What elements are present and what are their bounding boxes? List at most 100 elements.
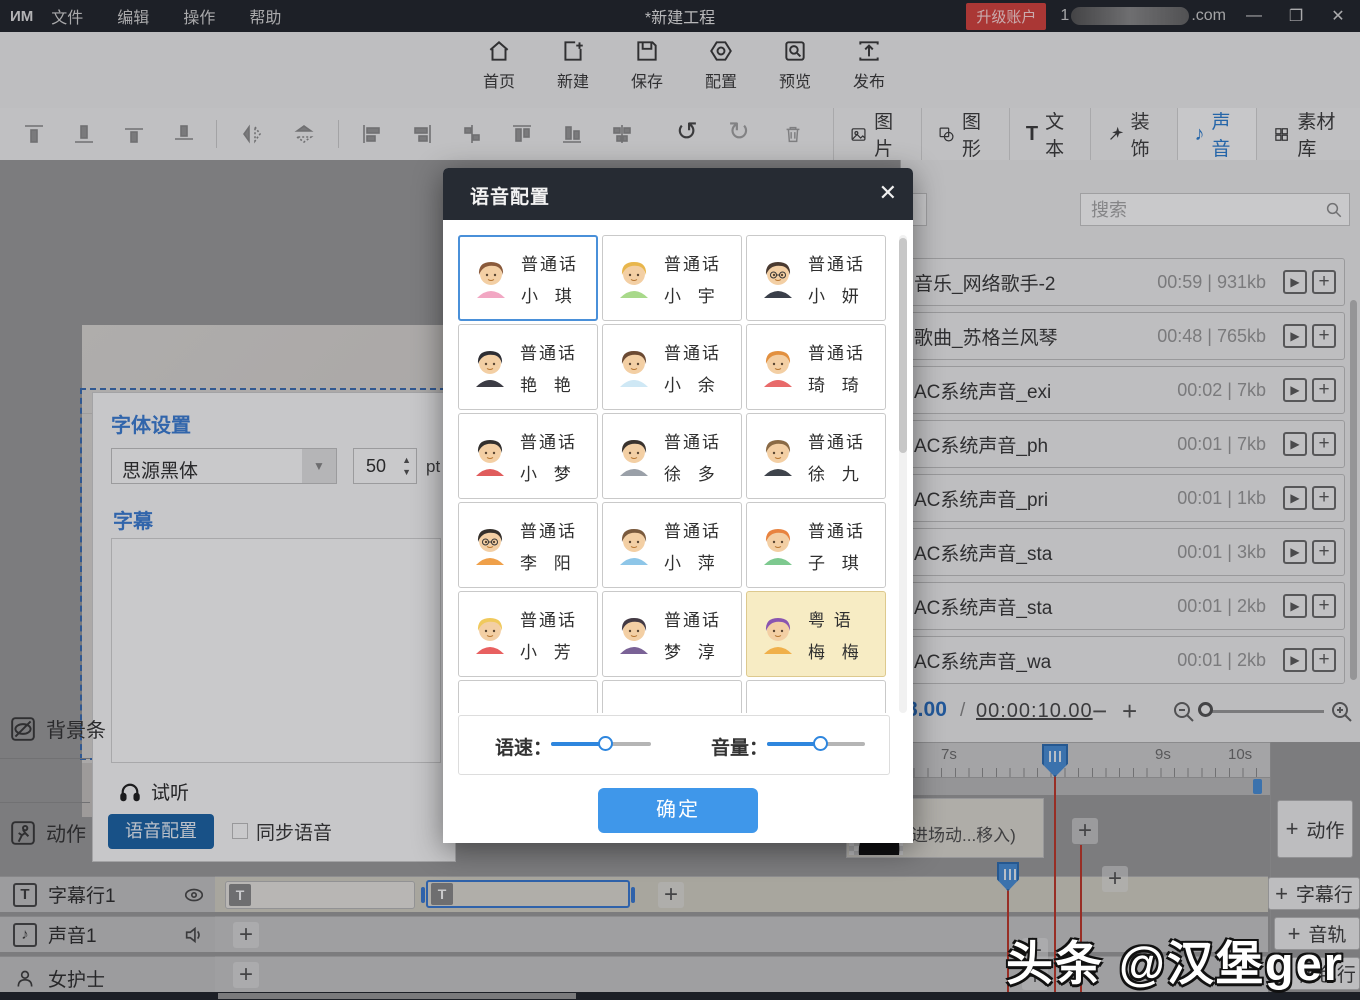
align-middle2-icon[interactable] (172, 122, 196, 146)
audio-list-item[interactable]: 歌曲_苏格兰风琴 00:48 | 765kb ▶ + (905, 312, 1345, 360)
add-audio-button[interactable]: + (1312, 432, 1336, 456)
add-action-button[interactable]: + (1072, 818, 1098, 844)
audio-list-item[interactable]: AC系统声音_exi 00:02 | 7kb ▶ + (905, 366, 1345, 414)
audio-list-item[interactable]: AC系统声音_sta 00:01 | 2kb ▶ + (905, 582, 1345, 630)
timeline-zoom-slider[interactable] (1206, 710, 1324, 713)
timeline-ruler[interactable]: 7s 9s 10s (900, 742, 1270, 778)
voice-card[interactable]: 普通话 梦 淳 (602, 591, 742, 677)
subtitle-track-header[interactable]: T 字幕行1 (0, 876, 215, 912)
dialog-header[interactable]: 语音配置 ✕ (443, 168, 913, 220)
action-row[interactable]: 动作 (10, 818, 86, 847)
flip-horizontal-icon[interactable] (240, 122, 264, 146)
voice-card-partial[interactable] (458, 680, 598, 713)
confirm-button[interactable]: 确定 (598, 788, 758, 833)
volume-slider-handle[interactable] (813, 736, 828, 751)
add-audio-button[interactable]: + (1312, 648, 1336, 672)
increase-duration-button[interactable]: + (1122, 696, 1137, 727)
search-box[interactable] (1080, 193, 1350, 226)
add-subtitle-track-button[interactable]: +字幕行 (1268, 877, 1360, 910)
spin-up-icon[interactable]: ▲ (402, 456, 411, 465)
play-audio-button[interactable]: ▶ (1283, 270, 1307, 294)
timeline-zoom-handle[interactable] (1198, 702, 1213, 717)
audio-scrollbar[interactable] (1350, 300, 1357, 680)
audio-list-item[interactable]: AC系统声音_pri 00:01 | 1kb ▶ + (905, 474, 1345, 522)
tab-image[interactable]: 图片 (833, 108, 921, 160)
menu-help[interactable]: 帮助 (249, 4, 281, 28)
audio-list-item[interactable]: 音乐_网络歌手-2 00:59 | 931kb ▶ + (905, 258, 1345, 306)
add-audio-button[interactable]: + (1312, 378, 1336, 402)
play-audio-button[interactable]: ▶ (1283, 432, 1307, 456)
add-action-track-button[interactable]: +动作 (1277, 800, 1353, 858)
menu-operate[interactable]: 操作 (183, 4, 215, 28)
account-email[interactable]: 1 .com (1060, 7, 1226, 25)
play-audio-button[interactable]: ▶ (1283, 594, 1307, 618)
subtitle-clip-selected[interactable]: T (426, 880, 630, 908)
redo-button[interactable]: ↻ (728, 116, 750, 147)
align-center-h-icon[interactable] (460, 122, 484, 146)
add-audio-button[interactable]: + (1312, 324, 1336, 348)
close-icon[interactable]: ✕ (879, 180, 897, 206)
subtitle-textarea[interactable] (111, 538, 441, 763)
play-audio-button[interactable]: ▶ (1283, 648, 1307, 672)
align-top-icon[interactable] (22, 122, 46, 146)
voice-config-button[interactable]: 语音配置 (108, 814, 214, 849)
ruler-range-bar[interactable] (900, 778, 1270, 795)
play-audio-button[interactable]: ▶ (1283, 486, 1307, 510)
spin-down-icon[interactable]: ▼ (402, 468, 411, 477)
delete-button[interactable] (782, 122, 806, 146)
tab-sound[interactable]: ♪ 声音 (1177, 108, 1256, 160)
minimize-button[interactable]: — (1240, 7, 1268, 25)
save-button[interactable]: 保存 (610, 38, 684, 92)
distribute-top-icon[interactable] (510, 122, 534, 146)
align-bottom-icon[interactable] (72, 122, 96, 146)
speed-slider-handle[interactable] (598, 736, 613, 751)
preview-button[interactable]: 预览 (758, 38, 832, 92)
speaker-icon[interactable] (183, 926, 205, 944)
voice-card[interactable]: 普通话 艳 艳 (458, 324, 598, 410)
voice-card[interactable]: 普通话 小 琪 (458, 235, 598, 321)
voice-card[interactable]: 普通话 子 琪 (746, 502, 886, 588)
add-audio-button[interactable]: + (1312, 270, 1336, 294)
speed-slider[interactable] (551, 742, 651, 746)
add-subtitle-clip-button[interactable]: + (658, 882, 684, 908)
audio-list-item[interactable]: AC系统声音_sta 00:01 | 3kb ▶ + (905, 528, 1345, 576)
distribute-bottom-icon[interactable] (560, 122, 584, 146)
config-button[interactable]: 配置 (684, 38, 758, 92)
add-character-clip-button[interactable]: + (233, 962, 259, 988)
zoom-in-icon[interactable] (1330, 700, 1354, 724)
upgrade-account-button[interactable]: 升级账户 (966, 3, 1046, 30)
font-size-stepper[interactable]: 50 ▲ ▼ (353, 448, 417, 484)
voice-card-partial[interactable] (746, 680, 886, 713)
font-family-select[interactable]: 思源黑体 ▼ (111, 448, 337, 484)
audio-list-item[interactable]: AC系统声音_ph 00:01 | 7kb ▶ + (905, 420, 1345, 468)
voice-card[interactable]: 普通话 小 宇 (602, 235, 742, 321)
voice-card[interactable]: 普通话 小 妍 (746, 235, 886, 321)
tab-shape[interactable]: 图形 (921, 108, 1009, 160)
voice-card[interactable]: 普通话 小 梦 (458, 413, 598, 499)
zoom-out-icon[interactable] (1172, 700, 1196, 724)
voice-card[interactable]: 普通话 李 阳 (458, 502, 598, 588)
eye-icon[interactable] (183, 886, 205, 904)
voice-scrollbar-thumb[interactable] (899, 238, 907, 453)
range-end-marker[interactable] (1253, 779, 1262, 794)
align-right-icon[interactable] (410, 122, 434, 146)
menu-file[interactable]: 文件 (51, 4, 83, 28)
subtitle-clip[interactable]: T (225, 881, 415, 909)
new-button[interactable]: 新建 (536, 38, 610, 92)
decrease-duration-button[interactable]: − (1092, 696, 1107, 727)
voice-card[interactable]: 普通话 小 余 (602, 324, 742, 410)
add-audio-button[interactable]: + (1312, 540, 1336, 564)
background-bar-row[interactable]: 背景条 (10, 714, 106, 743)
voice-card-partial[interactable] (602, 680, 742, 713)
listen-button[interactable]: 试听 (119, 778, 189, 805)
tab-decorate[interactable]: 装饰 (1090, 108, 1178, 160)
tab-library[interactable]: 素材库 (1256, 108, 1360, 160)
publish-button[interactable]: 发布 (832, 38, 906, 92)
home-button[interactable]: 首页 (462, 38, 536, 92)
maximize-button[interactable]: ❐ (1282, 6, 1310, 26)
total-time[interactable]: 00:00:10.00 (976, 700, 1093, 723)
add-audio-button[interactable]: + (1312, 486, 1336, 510)
chevron-down-icon[interactable]: ▼ (302, 449, 336, 483)
play-audio-button[interactable]: ▶ (1283, 378, 1307, 402)
add-clip-button[interactable]: + (1102, 866, 1128, 892)
